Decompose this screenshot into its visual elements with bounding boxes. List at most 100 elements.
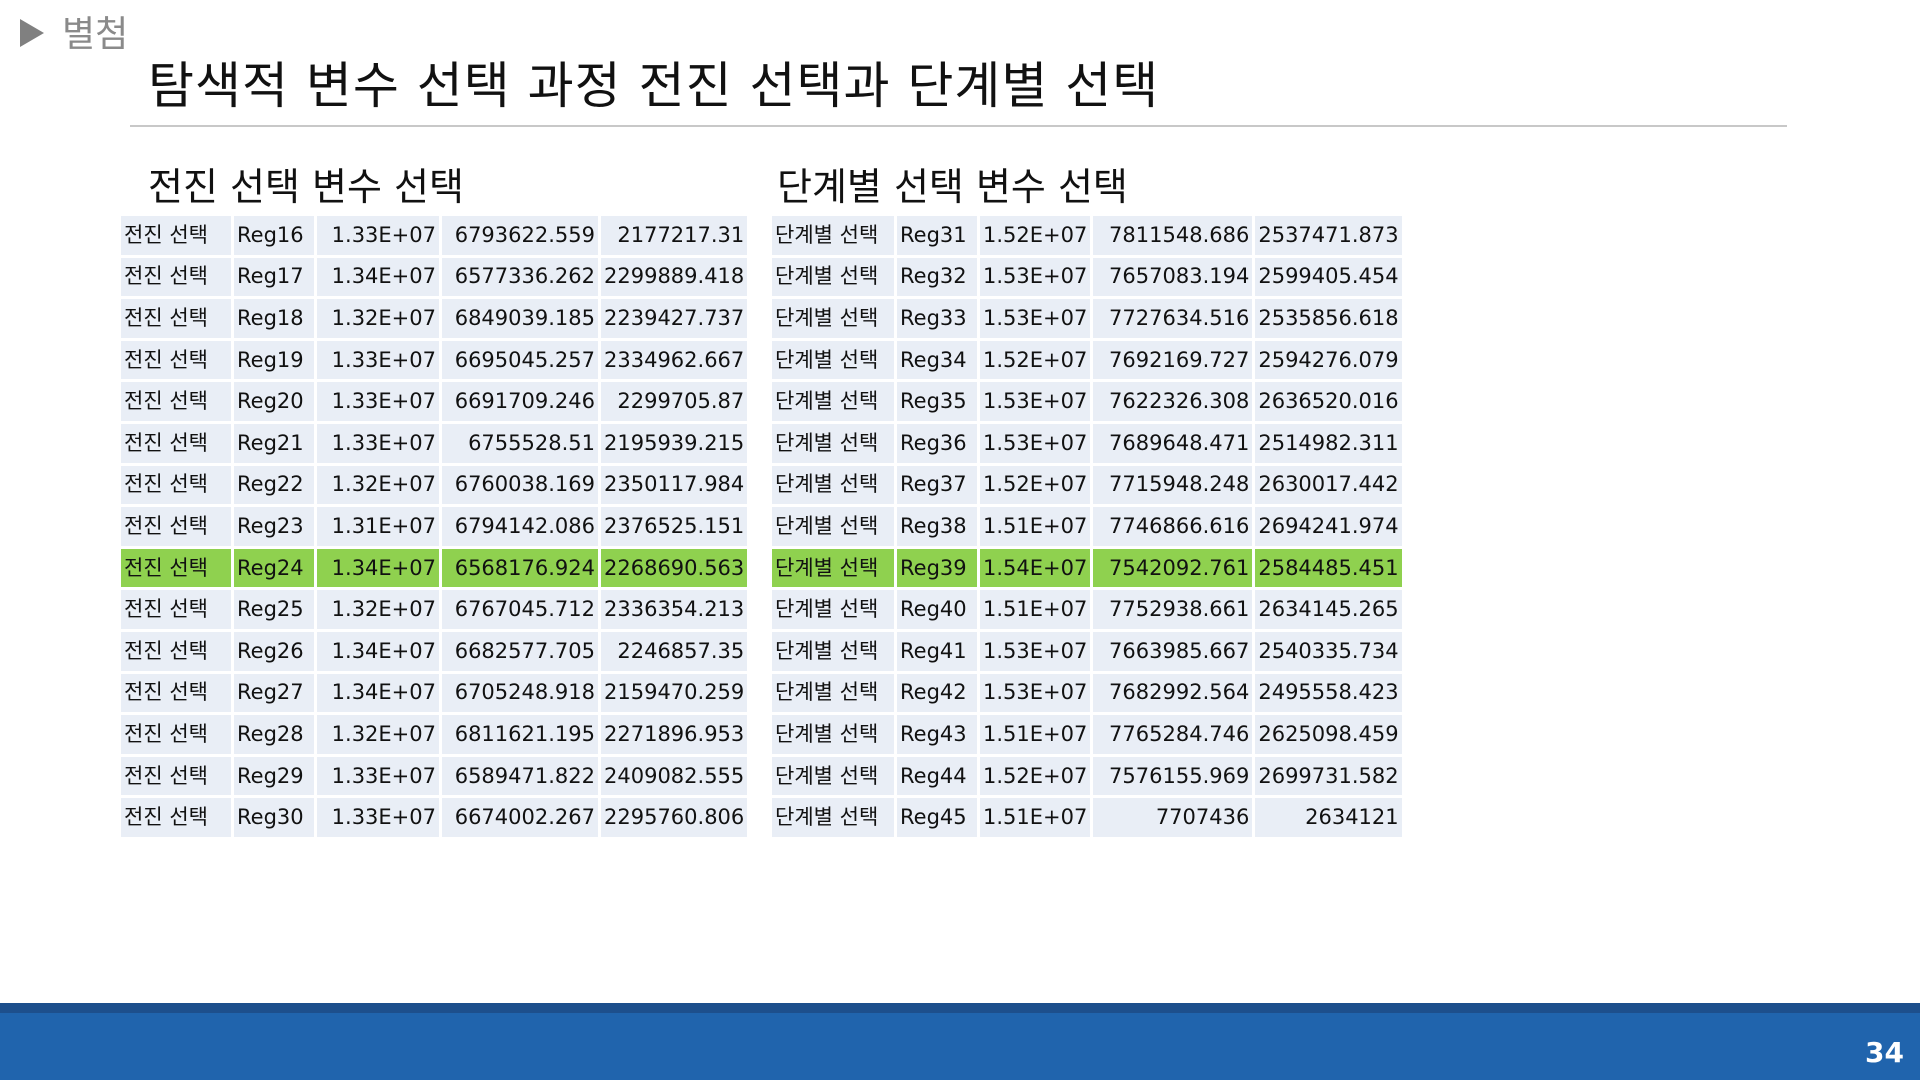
table-cell: 6568176.924 [442,548,598,588]
table-row: 전진 선택 Reg16 1.33E+07 6793622.559 2177217.31 [121,216,748,255]
table-row: 단계별 선택 Reg39 1.54E+07 7542092.761 2584485.45… [772,548,1402,588]
table-cell: 1.54E+07 [980,548,1091,588]
table-cell: 1.33E+07 [317,382,439,421]
table-row: 단계별 선택 Reg37 1.52E+07 7715948.248 2630017.44… [772,465,1402,505]
table-cell: 1.52E+07 [980,216,1091,255]
table-cell: 1.52E+07 [980,340,1091,380]
table-cell: 1.33E+07 [317,798,439,837]
table-cell: 전진 선택 [121,673,231,713]
table-cell: 전진 선택 [121,423,231,463]
table-row: 단계별 선택 Reg38 1.51E+07 7746866.616 2694241.97… [772,507,1402,546]
table-cell: 7622326.308 [1093,382,1253,421]
page-number: 34 [1865,1036,1904,1069]
table-cell: 6691709.246 [442,382,598,421]
table-cell: 7657083.194 [1093,257,1253,297]
table-cell: 7689648.471 [1093,423,1253,463]
table-cell: 1.52E+07 [980,465,1091,505]
table-cell: 6695045.257 [442,340,598,380]
table-cell: Reg25 [234,590,314,629]
table-cell: 6793622.559 [442,216,598,255]
title-divider [130,125,1787,127]
forward-subtitle: 전진 선택 변수 선택 [148,165,464,209]
table-row: 전진 선택 Reg20 1.33E+07 6691709.246 2299705.87 [121,382,748,421]
table-cell: Reg45 [897,798,977,837]
section-label: 별첨 [62,14,129,55]
table-row: 단계별 선택 Reg42 1.53E+07 7682992.564 2495558.42… [772,673,1402,713]
table-cell: Reg36 [897,423,977,463]
table-cell: 1.53E+07 [980,382,1091,421]
table-cell: 2514982.311 [1255,423,1402,463]
table-row: 단계별 선택 Reg31 1.52E+07 7811548.686 2537471.87… [772,216,1402,255]
table-cell: 1.32E+07 [317,590,439,629]
stepwise-subtitle: 단계별 선택 변수 선택 [777,165,1128,209]
table-cell: 2246857.35 [601,631,748,671]
table-cell: 2540335.734 [1255,631,1402,671]
table-cell: 전진 선택 [121,299,231,338]
table-cell: 1.51E+07 [980,507,1091,546]
table-cell: Reg42 [897,673,977,713]
table-cell: Reg28 [234,715,314,754]
table-cell: 2376525.151 [601,507,748,546]
table-row: 전진 선택 Reg25 1.32E+07 6767045.712 2336354.213 [121,590,748,629]
table-cell: 1.53E+07 [980,257,1091,297]
section-tag: 별첨 [20,6,128,56]
table-cell: 6760038.169 [442,465,598,505]
table-cell: 2299705.87 [601,382,748,421]
table-cell: 6811621.195 [442,715,598,754]
table-cell: Reg29 [234,756,314,796]
table-cell: 전진 선택 [121,382,231,421]
table-cell: 전진 선택 [121,216,231,255]
table-cell: 전진 선택 [121,257,231,297]
table-cell: 전진 선택 [121,715,231,754]
table-row: 전진 선택 Reg30 1.33E+07 6674002.267 2295760.806 [121,798,748,837]
table-cell: Reg27 [234,673,314,713]
table-cell: 7752938.661 [1093,590,1253,629]
table-cell: 2634145.265 [1255,590,1402,629]
table-cell: 전진 선택 [121,756,231,796]
table-cell: 1.33E+07 [317,340,439,380]
table-cell: 단계별 선택 [772,715,894,754]
table-row: 단계별 선택 Reg35 1.53E+07 7622326.308 2636520.01… [772,382,1402,421]
table-cell: 2694241.974 [1255,507,1402,546]
table-cell: 7746866.616 [1093,507,1253,546]
table-row: 전진 선택 Reg19 1.33E+07 6695045.257 2334962.667 [121,340,748,380]
table-cell: 7682992.564 [1093,673,1253,713]
table-cell: 단계별 선택 [772,798,894,837]
footer-bar [0,1003,1920,1080]
table-cell: 2195939.215 [601,423,748,463]
table-cell: 1.34E+07 [317,631,439,671]
table-cell: 1.34E+07 [317,548,439,588]
table-row: 단계별 선택 Reg44 1.52E+07 7576155.969 2699731.58… [772,756,1402,796]
table-cell: 7542092.761 [1093,548,1253,588]
table-cell: 1.51E+07 [980,590,1091,629]
table-cell: 6705248.918 [442,673,598,713]
table-cell: 단계별 선택 [772,340,894,380]
table-row: 전진 선택 Reg21 1.33E+07 6755528.51 2195939.215 [121,423,748,463]
table-cell: 전진 선택 [121,798,231,837]
table-cell: 6794142.086 [442,507,598,546]
table-cell: Reg44 [897,756,977,796]
table-cell: 1.51E+07 [980,715,1091,754]
table-cell: 2537471.873 [1255,216,1402,255]
table-cell: Reg32 [897,257,977,297]
table-cell: 1.32E+07 [317,465,439,505]
table-cell: Reg30 [234,798,314,837]
table-cell: Reg33 [897,299,977,338]
table-cell: 2271896.953 [601,715,748,754]
table-cell: 전진 선택 [121,590,231,629]
table-cell: 2630017.442 [1255,465,1402,505]
table-cell: 2268690.563 [601,548,748,588]
table-cell: Reg23 [234,507,314,546]
slide: 별첨 탐색적 변수 선택 과정 전진 선택과 단계별 선택 전진 선택 변수 선… [0,0,1920,1080]
table-cell: 단계별 선택 [772,216,894,255]
table-cell: 단계별 선택 [772,257,894,297]
table-cell: 단계별 선택 [772,590,894,629]
table-row: 전진 선택 Reg27 1.34E+07 6705248.918 2159470.259 [121,673,748,713]
table-cell: Reg26 [234,631,314,671]
table-row: 단계별 선택 Reg45 1.51E+07 7707436 2634121 [772,798,1402,837]
table-cell: 2295760.806 [601,798,748,837]
table-cell: 단계별 선택 [772,507,894,546]
table-cell: 7707436 [1093,798,1253,837]
table-cell: 1.53E+07 [980,423,1091,463]
table-cell: 2409082.555 [601,756,748,796]
